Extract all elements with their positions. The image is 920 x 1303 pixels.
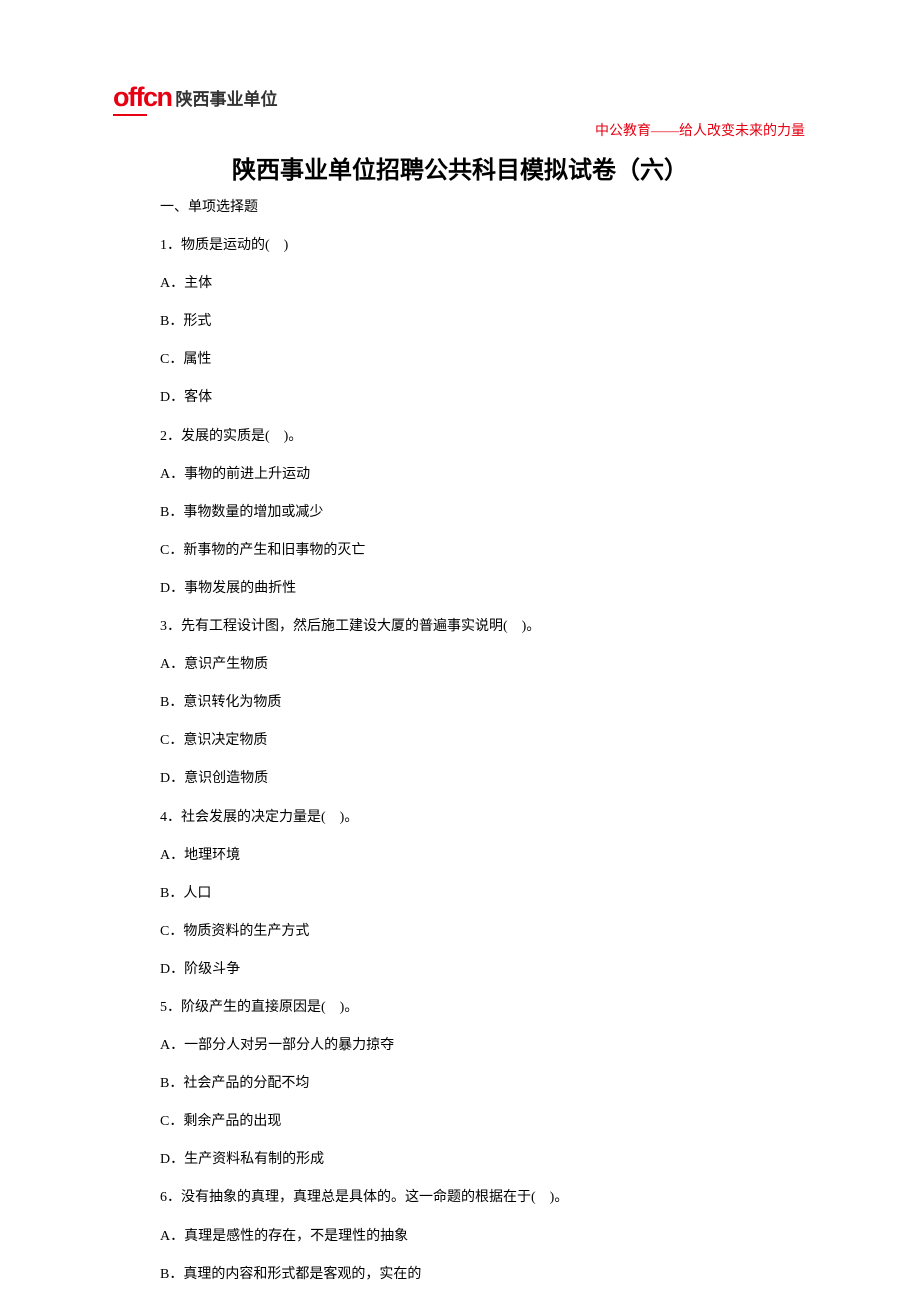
option-text: D．生产资料私有制的形成 [160,1150,760,1170]
option-text: C．新事物的产生和旧事物的灭亡 [160,541,760,561]
logo-underline [113,114,147,116]
option-text: A．意识产生物质 [160,655,760,675]
option-text: B．事物数量的增加或减少 [160,503,760,523]
logo-brand-text: offcn [113,82,171,113]
question-text: 4．社会发展的决定力量是( )。 [160,808,760,828]
question-text: 6．没有抽象的真理，真理总是具体的。这一命题的根据在于( )。 [160,1188,760,1208]
option-text: A．事物的前进上升运动 [160,465,760,485]
document-title: 陕西事业单位招聘公共科目模拟试卷（六） [0,150,920,185]
option-text: C．属性 [160,350,760,370]
option-text: C．剩余产品的出现 [160,1112,760,1132]
option-text: B．形式 [160,312,760,332]
question-text: 1．物质是运动的( ) [160,236,760,256]
option-text: B．社会产品的分配不均 [160,1074,760,1094]
option-text: B．人口 [160,884,760,904]
brand-logo: offcn 陕西事业单位 [113,82,277,113]
option-text: A．一部分人对另一部分人的暴力掠夺 [160,1036,760,1056]
document-body: 一、单项选择题 1．物质是运动的( ) A．主体 B．形式 C．属性 D．客体 … [160,198,760,1303]
option-text: D．事物发展的曲折性 [160,579,760,599]
option-text: D．阶级斗争 [160,960,760,980]
option-text: C．意识决定物质 [160,731,760,751]
option-text: D．意识创造物质 [160,769,760,789]
logo-cn-text: 陕西事业单位 [175,85,277,110]
header-slogan: 中公教育——给人改变未来的力量 [595,120,805,140]
option-text: A．真理是感性的存在，不是理性的抽象 [160,1227,760,1247]
question-text: 5．阶级产生的直接原因是( )。 [160,998,760,1018]
option-text: B．真理的内容和形式都是客观的，实在的 [160,1265,760,1285]
section-heading: 一、单项选择题 [160,198,760,218]
option-text: A．主体 [160,274,760,294]
option-text: D．客体 [160,388,760,408]
option-text: A．地理环境 [160,846,760,866]
option-text: C．物质资料的生产方式 [160,922,760,942]
option-text: B．意识转化为物质 [160,693,760,713]
question-text: 3．先有工程设计图，然后施工建设大厦的普遍事实说明( )。 [160,617,760,637]
question-text: 2．发展的实质是( )。 [160,427,760,447]
